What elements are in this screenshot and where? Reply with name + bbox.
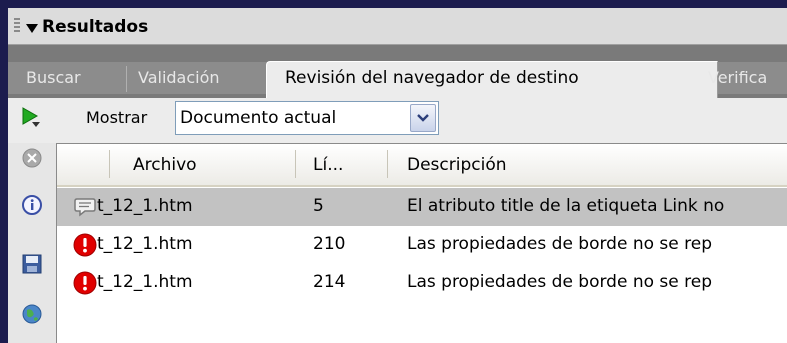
- table-row[interactable]: t_12_1.htm 5 El atributo title de la eti…: [57, 188, 787, 226]
- toolbar: Mostrar Documento actual: [8, 98, 787, 143]
- tab-validacion[interactable]: Validación: [138, 68, 220, 90]
- save-icon[interactable]: [21, 253, 43, 275]
- show-select[interactable]: Documento actual: [175, 101, 439, 135]
- info-icon[interactable]: [21, 195, 43, 217]
- column-header-line[interactable]: Lí...: [313, 155, 343, 175]
- row-line: 210: [313, 234, 346, 254]
- run-check-icon[interactable]: [20, 106, 42, 128]
- row-file: t_12_1.htm: [97, 272, 193, 292]
- tab-verifica[interactable]: Verifica: [708, 68, 767, 90]
- collapse-arrow-icon[interactable]: [26, 24, 38, 33]
- error-icon: [73, 271, 97, 295]
- error-icon: [73, 233, 97, 257]
- row-description: Las propiedades de borde no se rep: [407, 234, 713, 254]
- column-divider[interactable]: [387, 150, 388, 178]
- side-toolbar: [8, 143, 56, 343]
- results-table: Archivo Lí... Descripción t_12_1.htm 5 E…: [56, 143, 787, 343]
- row-description: Las propiedades de borde no se rep: [407, 272, 713, 292]
- tab-bar: Buscar Validación Revisión del navegador…: [8, 45, 787, 98]
- comment-icon: [74, 198, 96, 217]
- row-file: t_12_1.htm: [97, 196, 193, 216]
- show-select-value: Documento actual: [180, 108, 337, 128]
- column-header-description[interactable]: Descripción: [407, 155, 507, 175]
- panel-grip-handle[interactable]: [14, 18, 20, 34]
- row-line: 5: [313, 196, 324, 216]
- table-row[interactable]: t_12_1.htm 210 Las propiedades de borde …: [57, 226, 787, 264]
- column-divider[interactable]: [295, 150, 296, 178]
- results-panel: Resultados Buscar Validación Revisión de…: [8, 8, 787, 343]
- row-description: El atributo title de la etiqueta Link no: [407, 196, 725, 216]
- column-divider[interactable]: [109, 150, 110, 178]
- row-file: t_12_1.htm: [97, 234, 193, 254]
- panel-title[interactable]: Resultados: [42, 17, 148, 37]
- dropdown-arrow-icon[interactable]: [410, 104, 436, 132]
- stop-icon[interactable]: [21, 147, 43, 169]
- globe-icon[interactable]: [21, 303, 43, 325]
- show-label: Mostrar: [86, 108, 148, 127]
- row-line: 214: [313, 272, 346, 292]
- tab-revision-navegador-label: Revisión del navegador de destino: [285, 68, 579, 88]
- panel-header: Resultados: [8, 8, 787, 45]
- tab-revision-navegador[interactable]: Revisión del navegador de destino: [266, 61, 718, 98]
- tab-buscar[interactable]: Buscar: [26, 68, 81, 90]
- table-row[interactable]: t_12_1.htm 214 Las propiedades de borde …: [57, 264, 787, 302]
- table-header: Archivo Lí... Descripción: [57, 144, 787, 187]
- tab-divider: [126, 66, 127, 92]
- column-header-file[interactable]: Archivo: [133, 155, 197, 175]
